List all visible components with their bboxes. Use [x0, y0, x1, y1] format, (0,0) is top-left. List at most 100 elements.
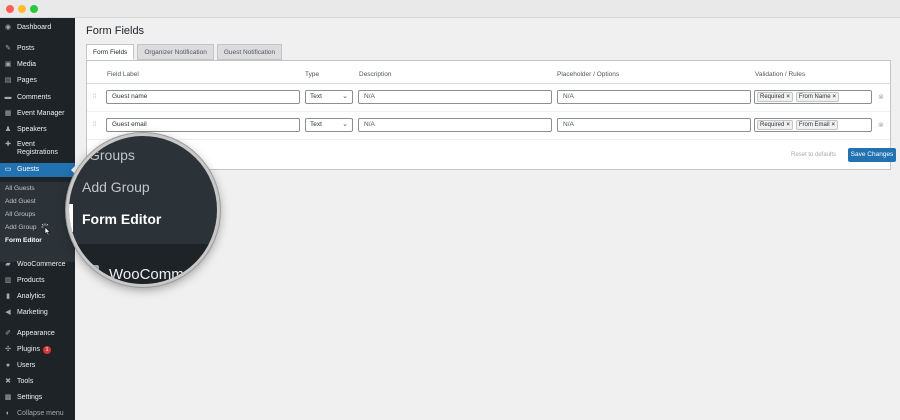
placeholder-input[interactable]: N/A: [557, 90, 751, 104]
save-changes-button[interactable]: Save Changes: [848, 148, 896, 162]
sidebar-item-label: WooCommerce: [17, 261, 66, 268]
sidebar-item-tools[interactable]: ✖ Tools: [0, 378, 75, 386]
rule-tag: Required ×: [757, 92, 793, 102]
pin-icon: ✎: [5, 45, 11, 52]
label-line-2: Registrations: [17, 149, 58, 156]
submenu-all-guests[interactable]: All Guests: [5, 185, 35, 192]
description-input[interactable]: N/A: [358, 118, 552, 132]
sidebar-item-posts[interactable]: ✎ Posts: [0, 45, 75, 53]
sidebar-item-label: Posts: [17, 45, 35, 52]
minimize-window-button[interactable]: [18, 5, 26, 13]
submenu-form-editor[interactable]: Form Editor: [5, 237, 42, 244]
users-icon: ●: [5, 362, 11, 369]
description-input[interactable]: N/A: [358, 90, 552, 104]
analytics-icon: ▮: [6, 293, 10, 300]
sidebar-item-analytics[interactable]: ▮ Analytics: [0, 293, 75, 301]
drag-handle-icon[interactable]: ⁞⁞: [93, 94, 96, 100]
lens-item-add-group: Add Group: [82, 179, 150, 195]
label-line-1: Event: [17, 141, 35, 148]
remove-tag-icon[interactable]: ×: [786, 122, 790, 128]
sidebar-item-label: Products: [17, 277, 45, 284]
page-title: Form Fields: [86, 25, 145, 37]
woocommerce-icon: [83, 265, 99, 281]
magnifier-lens: l Groups Add Group Form Editor WooComm: [66, 133, 220, 287]
sidebar-item-label: Marketing: [17, 309, 48, 316]
remove-row-icon[interactable]: ⊗: [878, 121, 884, 129]
sidebar-item-label: Collapse menu: [17, 410, 64, 417]
rule-tag-label: From Email: [798, 122, 830, 128]
sidebar-item-label: Tools: [17, 378, 34, 385]
lens-item-form-editor: Form Editor: [82, 211, 162, 227]
sidebar-item-speakers[interactable]: ♟ Speakers: [0, 126, 75, 134]
collapse-menu-button[interactable]: ◐ Collapse menu: [0, 410, 75, 418]
sidebar-item-label: Event Registrations: [17, 141, 58, 157]
column-header-field-label: Field Label: [107, 71, 139, 78]
validation-rules-field[interactable]: Required × From Name ×: [754, 90, 872, 104]
remove-tag-icon[interactable]: ×: [786, 94, 790, 100]
plugins-update-badge: 1: [42, 346, 51, 354]
appearance-icon: ✐: [5, 330, 11, 337]
settings-icon: ▩: [4, 394, 12, 401]
sidebar-item-pages[interactable]: ▤ Pages: [0, 77, 75, 85]
sidebar-item-users[interactable]: ● Users: [0, 362, 75, 370]
sidebar-item-dashboard[interactable]: ◉ Dashboard: [0, 24, 75, 32]
sidebar-item-media[interactable]: ▣ Media: [0, 61, 75, 69]
dashboard-icon: ◉: [4, 24, 12, 31]
pages-icon: ▤: [4, 77, 12, 84]
remove-row-icon[interactable]: ⊗: [878, 93, 884, 101]
sidebar-item-label: Settings: [17, 394, 43, 401]
field-label-input[interactable]: Guest email: [106, 118, 300, 132]
sidebar-item-label: Plugins: [17, 346, 40, 353]
tab-guest-notification[interactable]: Guest Notification: [216, 44, 283, 60]
rule-tag: Required ×: [757, 120, 793, 130]
form-tabs: Form Fields Organizer Notification Guest…: [86, 44, 285, 60]
sidebar-item-products[interactable]: ▥ Products: [0, 277, 75, 285]
drag-handle-icon[interactable]: ⁞⁞: [93, 122, 96, 128]
sidebar-item-label: Dashboard: [17, 24, 52, 31]
sidebar-item-settings[interactable]: ▩ Settings: [0, 394, 75, 402]
header-divider: [87, 83, 890, 84]
row-divider: [87, 111, 890, 112]
field-type-select[interactable]: Text ⌄: [305, 90, 353, 104]
chevron-down-icon: ⌄: [342, 121, 348, 128]
products-icon: ▥: [4, 277, 12, 284]
sidebar-item-label: Event Manager: [17, 110, 65, 117]
guests-icon: ▭: [4, 166, 12, 173]
sidebar-item-guests[interactable]: ▭ Guests: [0, 163, 75, 177]
remove-tag-icon[interactable]: ×: [833, 94, 837, 100]
sidebar-item-label: Media: [17, 61, 37, 68]
sidebar-item-label: Appearance: [17, 330, 55, 337]
sidebar-item-event-manager[interactable]: ▦ Event Manager: [0, 110, 75, 118]
sidebar-item-label: Guests: [17, 166, 40, 173]
field-label-input[interactable]: Guest name: [106, 90, 300, 104]
tab-form-fields[interactable]: Form Fields: [86, 44, 135, 60]
remove-tag-icon[interactable]: ×: [832, 122, 836, 128]
registrations-icon: ✚: [5, 141, 11, 148]
sidebar-item-marketing[interactable]: ◀ Marketing: [0, 309, 75, 317]
reset-defaults-link[interactable]: Reset to defaults: [791, 152, 836, 158]
chevron-down-icon: ⌄: [342, 93, 348, 100]
column-header-description: Description: [359, 71, 392, 78]
sidebar-item-appearance[interactable]: ✐ Appearance: [0, 330, 75, 338]
sidebar-item-plugins[interactable]: ✣ Plugins 1: [0, 346, 75, 354]
close-window-button[interactable]: [6, 5, 14, 13]
field-type-select[interactable]: Text ⌄: [305, 118, 353, 132]
collapse-icon: ◐: [5, 410, 11, 417]
submenu-add-guest[interactable]: Add Guest: [5, 198, 36, 205]
submenu-add-group[interactable]: Add Group: [5, 224, 36, 231]
rule-tag-label: Required: [760, 94, 785, 100]
validation-rules-field[interactable]: Required × From Email ×: [754, 118, 872, 132]
sidebar-item-comments[interactable]: ▬ Comments: [0, 94, 75, 102]
column-header-type: Type: [305, 71, 320, 78]
sidebar-item-label: Users: [17, 362, 36, 369]
lens-active-indicator: [69, 204, 73, 232]
maximize-window-button[interactable]: [30, 5, 38, 13]
sidebar-item-event-registrations[interactable]: ✚ Event Registrations: [0, 141, 75, 157]
submenu-all-groups[interactable]: All Groups: [5, 211, 35, 218]
rule-tag: From Name ×: [795, 92, 840, 102]
tools-icon: ✖: [5, 378, 11, 385]
sidebar-item-woocommerce[interactable]: ▰ WooCommerce: [0, 261, 75, 269]
tab-organizer-notification[interactable]: Organizer Notification: [137, 44, 214, 60]
plugins-icon: ✣: [5, 346, 11, 353]
placeholder-input[interactable]: N/A: [557, 118, 751, 132]
